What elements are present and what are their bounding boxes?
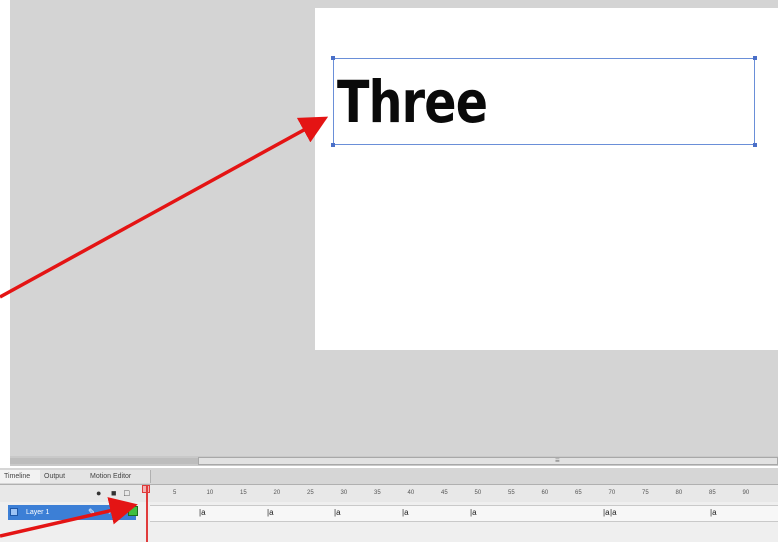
selection-handle[interactable]: [331, 56, 335, 60]
timeline-panel: Timeline Output Motion Editor ● ■ □ 5 10 1…: [0, 468, 778, 542]
frame-number: 5: [173, 490, 177, 496]
keyframe-marker[interactable]: |a: [267, 508, 274, 518]
frame-number: 40: [407, 490, 415, 496]
scrollbar-grip-icon: ≡: [555, 456, 560, 465]
layer-name-cell[interactable]: Layer 1 ✎ •: [8, 505, 136, 520]
eye-icon[interactable]: ●: [96, 489, 101, 498]
frame-number: 15: [240, 490, 247, 496]
playhead[interactable]: [146, 485, 148, 542]
pencil-icon: ✎: [88, 507, 96, 517]
scrollbar-thumb[interactable]: [198, 457, 778, 465]
keyframe-marker[interactable]: |a: [710, 508, 717, 518]
dot-icon[interactable]: •: [108, 506, 111, 519]
frame-number: 70: [608, 490, 616, 496]
layer-name: Layer 1: [26, 509, 50, 516]
stage-text[interactable]: Three: [337, 66, 488, 138]
keyframe-marker[interactable]: |a: [603, 508, 610, 518]
frame-number: 30: [340, 490, 348, 496]
keyframe-marker[interactable]: |a: [199, 508, 206, 518]
selection-handle[interactable]: [753, 143, 757, 147]
frame-number: 90: [742, 490, 750, 496]
frame-number: 45: [441, 490, 448, 496]
frame-number: 35: [374, 490, 381, 496]
keyframe-box[interactable]: [128, 506, 138, 516]
timeline-header: ● ■ □ 5 10 15 20 25 30 35 40 45 50 55 60 65 70 75 80 85 9…: [0, 485, 778, 502]
frame-number: 50: [474, 490, 482, 496]
panel-tabbar: Timeline Output Motion Editor: [0, 468, 778, 485]
frame-number: 85: [709, 490, 716, 496]
keyframe-marker[interactable]: |a: [470, 508, 477, 518]
horizontal-scrollbar[interactable]: ≡: [10, 456, 778, 466]
frame-number: 80: [675, 490, 683, 496]
layer-icon: [10, 508, 18, 516]
frames-track[interactable]: |a |a |a |a |a |a |a |a: [150, 505, 778, 522]
keyframe-marker[interactable]: |a: [334, 508, 341, 518]
outline-icon[interactable]: □: [124, 489, 129, 498]
frame-number: 20: [273, 490, 281, 496]
tab-timeline[interactable]: Timeline: [0, 470, 45, 483]
frame-number: 65: [575, 490, 582, 496]
frame-number: 10: [206, 490, 214, 496]
keyframe-marker[interactable]: |a: [402, 508, 409, 518]
lock-icon[interactable]: ■: [111, 489, 116, 498]
frame-number: 25: [307, 490, 314, 496]
frame-number: 55: [508, 490, 515, 496]
selection-handle[interactable]: [331, 143, 335, 147]
tab-motion-editor[interactable]: Motion Editor: [86, 470, 151, 483]
frame-number: 75: [642, 490, 649, 496]
keyframe-marker[interactable]: |a: [610, 508, 617, 518]
frame-number: 60: [541, 490, 549, 496]
left-margin: [0, 0, 10, 460]
selection-handle[interactable]: [753, 56, 757, 60]
flash-editor: Three ≡ Timeline Output Motion Editor ● …: [0, 0, 778, 542]
tab-output[interactable]: Output: [40, 470, 91, 483]
layer-row[interactable]: Layer 1 ✎ • |a |a |a |a |a |a |a |a: [0, 503, 778, 522]
